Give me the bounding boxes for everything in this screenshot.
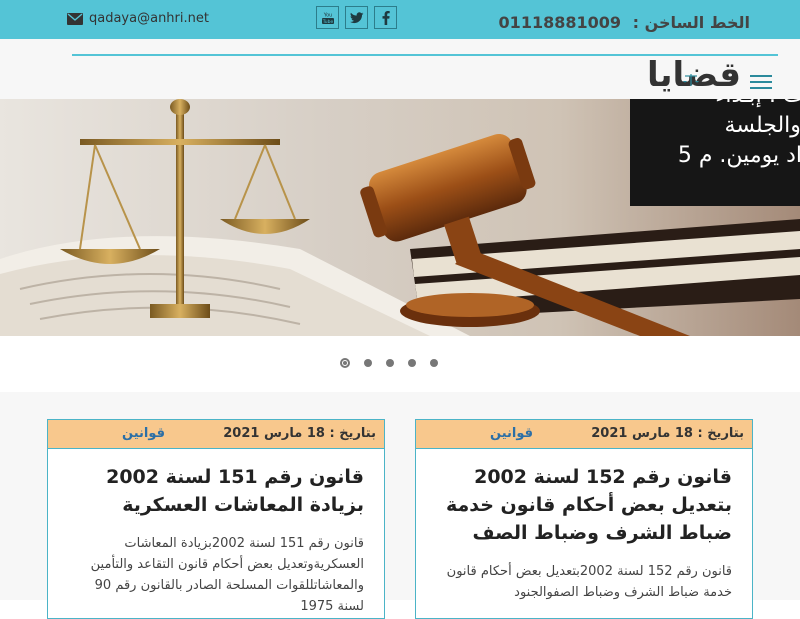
- slide-caption: ات : إبـداء ا والجلسة اد يومين. م 5: [630, 99, 800, 206]
- article-title[interactable]: قانون رقم 152 لسنة 2002 بتعديل بعض أحكام…: [416, 463, 752, 547]
- email-address: qadaya@anhri.net: [89, 11, 209, 26]
- caption-line: اد يومين. م 5: [677, 143, 800, 168]
- svg-text:قضايا: قضايا: [647, 56, 741, 92]
- hotline-number[interactable]: 01118881009: [499, 13, 621, 32]
- hero-slider[interactable]: ات : إبـداء ا والجلسة اد يومين. م 5: [0, 99, 800, 336]
- hotline-label: الخط الساخن :: [632, 13, 750, 32]
- svg-text:You: You: [322, 12, 332, 18]
- article-category[interactable]: قوانين: [122, 426, 165, 441]
- carousel-dot[interactable]: [340, 358, 350, 368]
- envelope-icon: [67, 12, 83, 25]
- carousel-dot[interactable]: [386, 359, 394, 367]
- caption-line: ات : إبـداء: [630, 99, 800, 111]
- article-excerpt: قانون رقم 152 لسنة 2002بتعديل بعض أحكام …: [446, 564, 732, 600]
- email-contact[interactable]: qadaya@anhri.net: [67, 11, 209, 26]
- twitter-icon[interactable]: [345, 6, 368, 29]
- article-date: بتاريخ : 18 مارس 2021: [591, 426, 744, 441]
- caption-line: ا والجلسة: [724, 113, 800, 138]
- article-title[interactable]: قانون رقم 151 لسنة 2002 بزيادة المعاشات …: [48, 463, 384, 519]
- youtube-icon[interactable]: You Tube: [316, 6, 339, 29]
- social-links: You Tube: [316, 6, 397, 29]
- nav-bar: قضايا: [0, 39, 800, 99]
- hotline: الخط الساخن : 01118881009: [499, 13, 750, 32]
- carousel-dot[interactable]: [430, 359, 438, 367]
- carousel-dot[interactable]: [408, 359, 416, 367]
- carousel-indicators: [340, 358, 438, 369]
- article-category[interactable]: قوانين: [490, 426, 533, 441]
- facebook-icon[interactable]: [374, 6, 397, 29]
- article-card[interactable]: بتاريخ : 18 مارس 2021 قوانين قانون رقم 1…: [47, 419, 385, 619]
- articles-section: بتاريخ : 18 مارس 2021 قوانين قانون رقم 1…: [0, 392, 800, 619]
- article-excerpt: قانون رقم 151 لسنة 2002بزيادة المعاشات ا…: [90, 536, 364, 614]
- carousel-dot[interactable]: [364, 359, 372, 367]
- card-header: بتاريخ : 18 مارس 2021 قوانين: [48, 420, 384, 449]
- svg-text:Tube: Tube: [321, 19, 333, 25]
- article-card[interactable]: بتاريخ : 18 مارس 2021 قوانين قانون رقم 1…: [415, 419, 753, 619]
- hamburger-icon[interactable]: [750, 75, 772, 89]
- card-header: بتاريخ : 18 مارس 2021 قوانين: [416, 420, 752, 449]
- top-bar: الخط الساخن : 01118881009 You Tube qadaya…: [0, 0, 800, 39]
- site-logo[interactable]: قضايا: [638, 56, 750, 92]
- article-date: بتاريخ : 18 مارس 2021: [223, 426, 376, 441]
